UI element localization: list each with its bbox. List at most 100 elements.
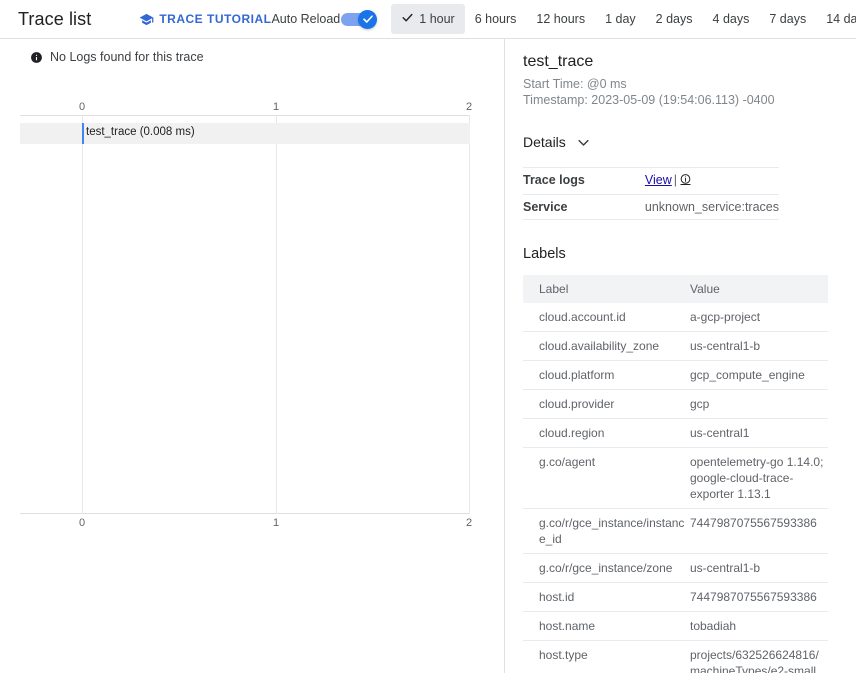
waterfall-chart: 0 1 2 0 1 2 test_trace (0.008 ms) bbox=[20, 101, 473, 529]
span-row[interactable]: test_trace (0.008 ms) bbox=[20, 123, 470, 144]
trace-tutorial-label: TRACE TUTORIAL bbox=[159, 12, 272, 26]
label-key: g.co/r/gce_instance/instance_id bbox=[523, 508, 688, 554]
time-range-selector[interactable]: 1 hour 6 hours 12 hours 1 day 2 days 4 d… bbox=[391, 4, 856, 34]
view-logs-link[interactable]: View bbox=[645, 173, 672, 187]
table-row: g.co/r/gce_instance/instance_id 74479870… bbox=[523, 508, 828, 554]
no-logs-banner: No Logs found for this trace bbox=[0, 39, 504, 64]
meta-value-trace-logs: View | bbox=[645, 168, 779, 195]
table-row: Service unknown_service:traces bbox=[523, 195, 779, 220]
meta-value-service: unknown_service:traces bbox=[644, 200, 779, 214]
page-title: Trace list bbox=[18, 8, 92, 29]
table-row: cloud.availability_zone us-central1-b bbox=[523, 331, 828, 361]
range-label: 7 days bbox=[769, 12, 807, 26]
label-key: host.name bbox=[523, 611, 688, 641]
span-label: test_trace (0.008 ms) bbox=[86, 126, 195, 138]
range-button-14-days[interactable]: 14 days bbox=[816, 5, 856, 33]
info-outline-icon[interactable] bbox=[679, 173, 692, 189]
table-row: host.id 7447987075567593386 bbox=[523, 582, 828, 612]
table-row: host.name tobadiah bbox=[523, 611, 828, 641]
info-filled-icon bbox=[30, 51, 43, 64]
detail-timestamp: Timestamp: 2023-05-09 (19:54:06.113) -04… bbox=[523, 93, 775, 107]
chart-axis-bottom bbox=[20, 513, 470, 514]
no-logs-text: No Logs found for this trace bbox=[50, 50, 204, 64]
labels-header-row: Label Value bbox=[523, 275, 828, 303]
label-key: cloud.account.id bbox=[523, 303, 688, 332]
table-row: g.co/agent opentelemetry-go 1.14.0; goog… bbox=[523, 447, 828, 509]
label-key: cloud.provider bbox=[523, 389, 688, 419]
labels-col-header-label: Label bbox=[523, 275, 688, 303]
label-key: host.id bbox=[523, 582, 688, 612]
gridline-1 bbox=[276, 115, 277, 514]
label-value: us-central1 bbox=[688, 418, 828, 448]
labels-table: Label Value cloud.account.id a-gcp-proje… bbox=[523, 275, 828, 673]
range-label: 2 days bbox=[655, 12, 693, 26]
graduation-cap-icon bbox=[139, 12, 154, 27]
trace-meta-table: Trace logs View | Service unknown_service… bbox=[523, 167, 779, 220]
chart-tick-bottom-1: 1 bbox=[272, 517, 280, 529]
label-value: 7447987075567593386 bbox=[688, 508, 828, 554]
label-value: projects/632526624816/machineTypes/e2-sm… bbox=[688, 640, 828, 673]
gridline-0 bbox=[82, 115, 83, 514]
label-value: gcp bbox=[688, 389, 828, 419]
range-label: 6 hours bbox=[474, 12, 517, 26]
range-button-2-days[interactable]: 2 days bbox=[646, 5, 703, 33]
chart-tick-top-0: 0 bbox=[78, 101, 86, 113]
detail-trace-title: test_trace bbox=[523, 53, 594, 70]
label-key: cloud.region bbox=[523, 418, 688, 448]
auto-reload-label: Auto Reload bbox=[271, 12, 341, 26]
range-button-7-days[interactable]: 7 days bbox=[759, 5, 816, 33]
table-row: cloud.provider gcp bbox=[523, 389, 828, 419]
table-row: cloud.platform gcp_compute_engine bbox=[523, 360, 828, 390]
table-row: g.co/r/gce_instance/zone us-central1-b bbox=[523, 553, 828, 583]
label-key: host.type bbox=[523, 640, 688, 673]
label-key: g.co/agent bbox=[523, 447, 688, 509]
details-label: Details bbox=[523, 134, 566, 150]
auto-reload-control[interactable]: Auto Reload bbox=[271, 9, 378, 29]
range-button-12-hours[interactable]: 12 hours bbox=[526, 5, 595, 33]
chart-tick-top-1: 1 bbox=[272, 101, 280, 113]
chart-tick-bottom-2: 2 bbox=[465, 517, 473, 529]
range-label: 1 day bbox=[605, 12, 636, 26]
check-icon bbox=[401, 11, 414, 27]
range-label: 4 days bbox=[712, 12, 750, 26]
span-bar bbox=[82, 123, 84, 144]
table-row: cloud.account.id a-gcp-project bbox=[523, 303, 828, 332]
range-label: 1 hour bbox=[419, 12, 455, 26]
chart-tick-top-2: 2 bbox=[465, 101, 473, 113]
labels-heading: Labels bbox=[523, 246, 566, 262]
table-row: cloud.region us-central1 bbox=[523, 418, 828, 448]
chevron-down-icon bbox=[576, 135, 591, 150]
label-key: g.co/r/gce_instance/zone bbox=[523, 553, 688, 583]
trace-tutorial-link[interactable]: TRACE TUTORIAL bbox=[139, 12, 271, 27]
range-button-6-hours[interactable]: 6 hours bbox=[465, 5, 527, 33]
separator-pipe: | bbox=[673, 173, 678, 187]
chart-axis-top bbox=[20, 115, 470, 116]
label-value: 7447987075567593386 bbox=[688, 582, 828, 612]
label-key: cloud.platform bbox=[523, 360, 688, 390]
range-button-1-hour[interactable]: 1 hour bbox=[391, 4, 465, 34]
top-header-bar: Trace list TRACE TUTORIAL Auto Reload 1 … bbox=[0, 0, 856, 39]
label-key: cloud.availability_zone bbox=[523, 331, 688, 361]
chart-tick-bottom-0: 0 bbox=[78, 517, 86, 529]
range-button-1-day[interactable]: 1 day bbox=[595, 5, 646, 33]
auto-reload-toggle[interactable] bbox=[341, 9, 378, 29]
gridline-2 bbox=[469, 115, 470, 514]
table-row: host.type projects/632526624816/machineT… bbox=[523, 640, 828, 673]
trace-detail-pane: test_trace Start Time: @0 ms Timestamp: … bbox=[505, 39, 856, 673]
table-row: Trace logs View | bbox=[523, 167, 779, 195]
label-value: tobadiah bbox=[688, 611, 828, 641]
details-expander[interactable]: Details bbox=[523, 134, 591, 150]
label-value: opentelemetry-go 1.14.0; google-cloud-tr… bbox=[688, 447, 828, 509]
label-value: us-central1-b bbox=[688, 331, 828, 361]
trace-waterfall-pane: No Logs found for this trace 0 1 2 0 1 2… bbox=[0, 39, 505, 673]
main-content: No Logs found for this trace 0 1 2 0 1 2… bbox=[0, 39, 856, 673]
label-value: a-gcp-project bbox=[688, 303, 828, 332]
range-button-4-days[interactable]: 4 days bbox=[703, 5, 760, 33]
detail-start-time: Start Time: @0 ms bbox=[523, 77, 627, 91]
labels-col-header-value: Value bbox=[688, 275, 828, 303]
label-value: gcp_compute_engine bbox=[688, 360, 828, 390]
meta-key-service: Service bbox=[523, 200, 568, 214]
toggle-thumb-check-icon bbox=[358, 9, 378, 29]
range-label: 12 hours bbox=[536, 12, 586, 26]
meta-key-trace-logs: Trace logs bbox=[523, 173, 585, 187]
